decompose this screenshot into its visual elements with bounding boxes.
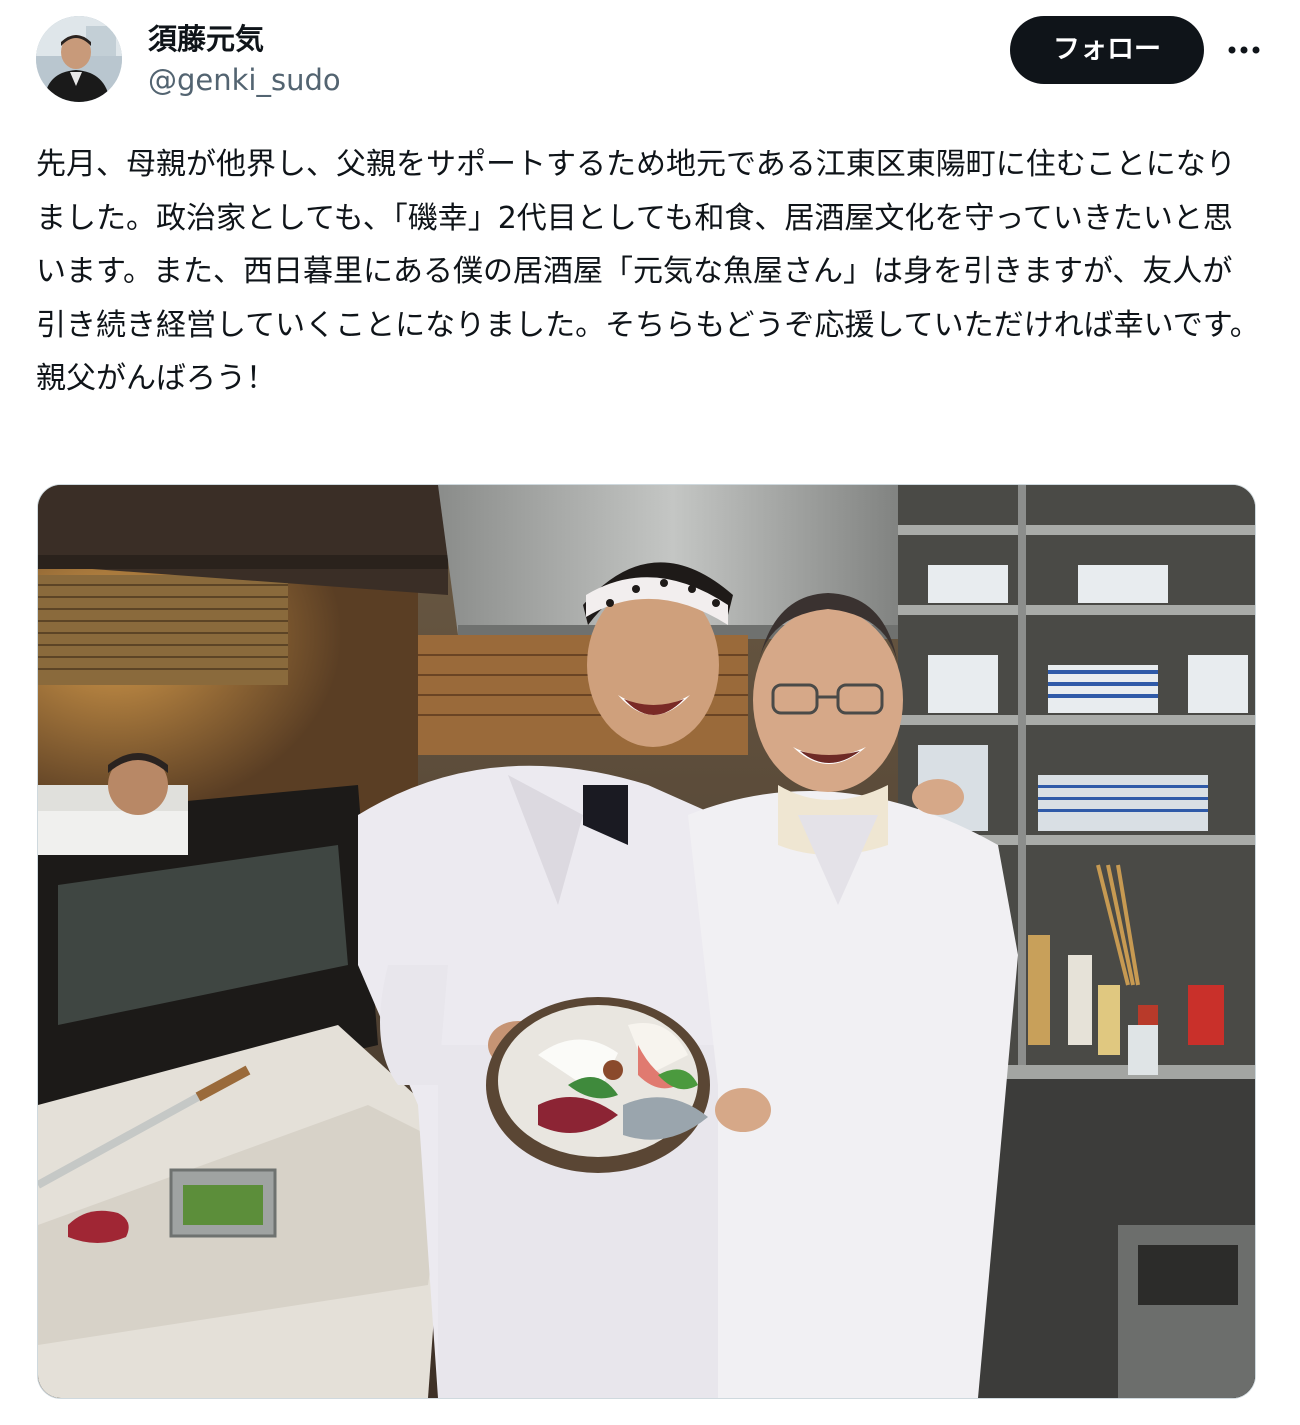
tweet-photo[interactable] [37, 484, 1256, 1399]
more-horizontal-icon [1228, 46, 1260, 54]
display-name[interactable]: 須藤元気 [148, 20, 341, 58]
kitchen-photo [38, 485, 1255, 1398]
tweet: 須藤元気 @genki_sudo フォロー 先月、母親が他界し、父親をサポートす… [0, 0, 1300, 1425]
user-handle[interactable]: @genki_sudo [148, 58, 341, 102]
more-options-button[interactable] [1224, 30, 1264, 70]
sashimi-plate [486, 997, 710, 1173]
tweet-text: 先月、母親が他界し、父親をサポートするため地元である江東区東陽町に住むことになり… [36, 147, 1260, 396]
tweet-header: 須藤元気 @genki_sudo フォロー [36, 16, 1264, 106]
follow-button[interactable]: フォロー [1010, 16, 1204, 84]
avatar-image [36, 16, 122, 102]
avatar[interactable] [36, 16, 122, 102]
user-names: 須藤元気 @genki_sudo [148, 20, 341, 102]
